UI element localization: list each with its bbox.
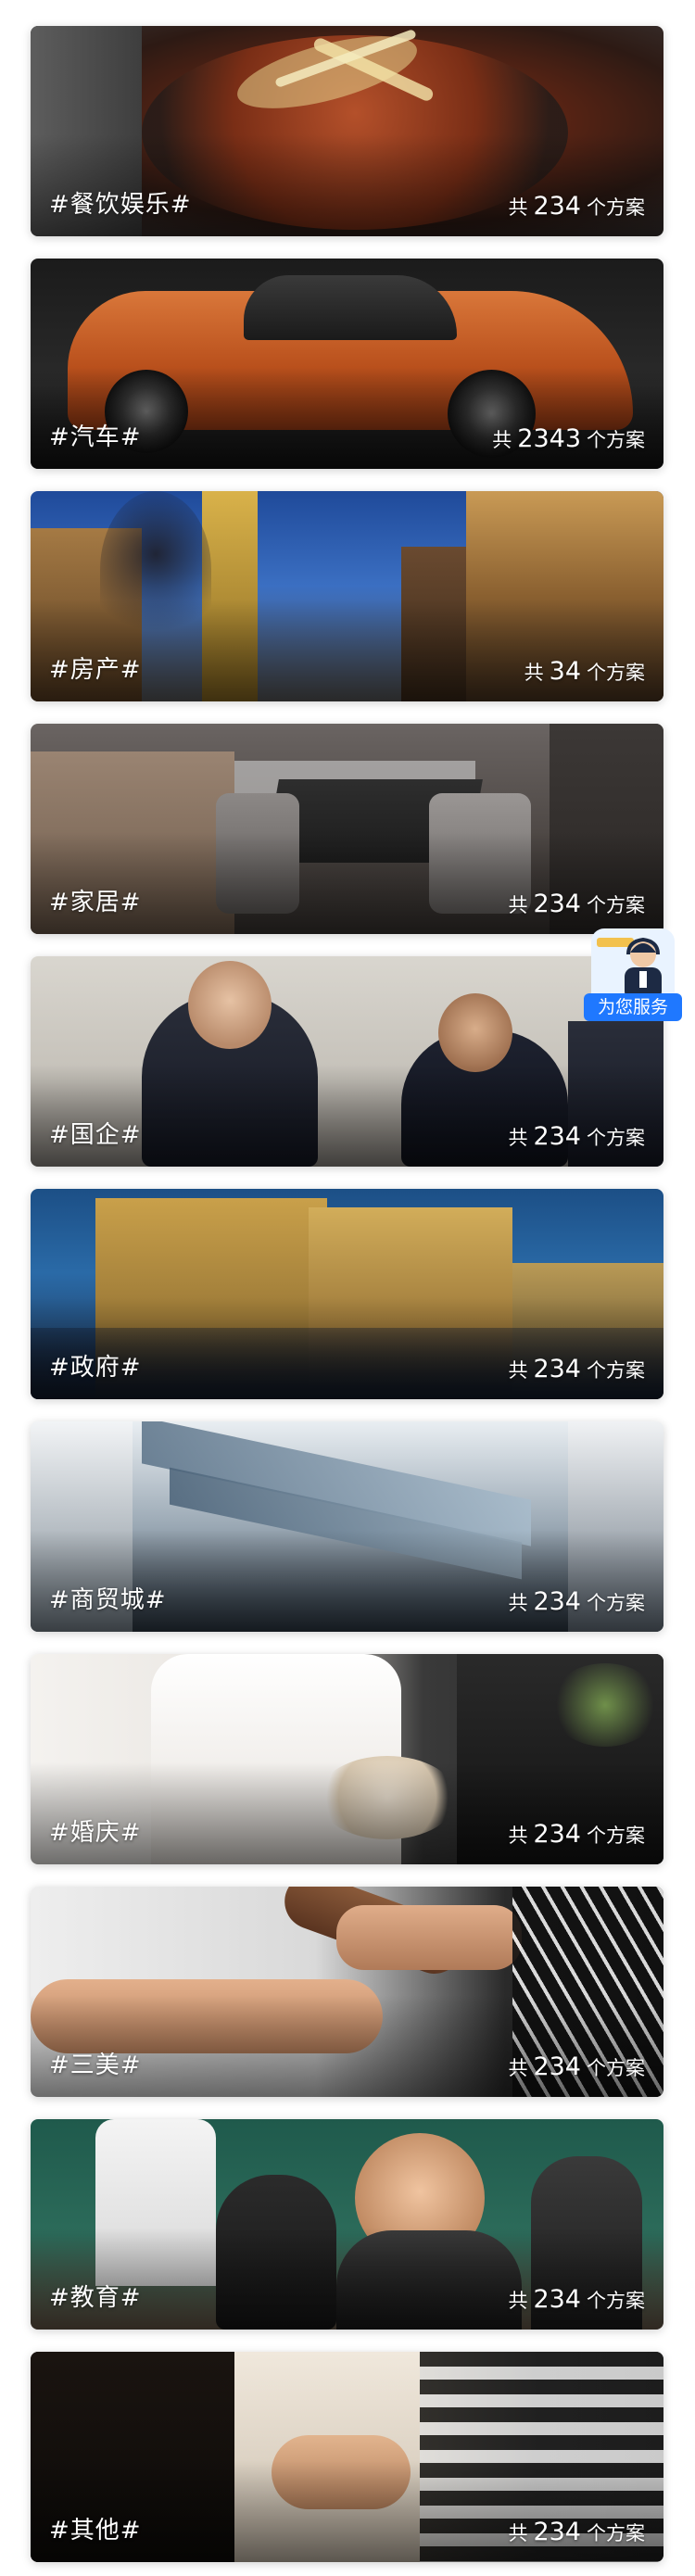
category-title: #汽车# [49,423,142,451]
category-card-government[interactable]: #政府# 共 234 个方案 [31,1189,663,1399]
category-card-automobile[interactable]: #汽车# 共 2343 个方案 [31,259,663,469]
category-count: 共 234 个方案 [508,2518,645,2546]
category-card-beauty[interactable]: #三美# 共 234 个方案 [31,1887,663,2097]
category-count: 共 234 个方案 [508,1587,645,1616]
category-page: #餐饮娱乐# 共234个方案 #汽车# 共2343个方案 #房产# 共3 [0,0,695,2576]
category-title: #其他# [49,2517,142,2544]
customer-service-agent-icon [591,928,675,1001]
category-title: #家居# [49,889,142,916]
category-title: #三美# [49,2052,142,2079]
category-count: 共 234 个方案 [508,1355,645,1383]
category-count: 共 234 个方案 [508,192,645,221]
category-card-dining[interactable]: #餐饮娱乐# 共 234 个方案 [31,26,663,236]
category-card-wedding[interactable]: #婚庆# 共 234 个方案 [31,1654,663,1864]
category-count: 共 34 个方案 [524,657,645,686]
category-title: #教育# [49,2284,142,2312]
category-count: 共 234 个方案 [508,1122,645,1151]
category-card-trade-mall[interactable]: #商贸城# 共 234 个方案 [31,1421,663,1632]
category-card-education[interactable]: #教育# 共 234 个方案 [31,2119,663,2330]
category-count: 共 234 个方案 [508,2285,645,2314]
category-title: #商贸城# [49,1586,167,1614]
category-card-real-estate[interactable]: #房产# 共 34 个方案 [31,491,663,701]
category-count: 共 234 个方案 [508,2052,645,2081]
customer-service-button[interactable]: 为您服务 [584,928,682,1021]
category-card-home[interactable]: #家居# 共 234 个方案 [31,724,663,934]
category-title: #婚庆# [49,1819,142,1847]
category-card-other[interactable]: #其他# 共 234 个方案 [31,2352,663,2562]
customer-service-label: 为您服务 [584,993,682,1021]
category-title: #房产# [49,656,142,684]
category-title: #国企# [49,1121,142,1149]
category-count: 共 234 个方案 [508,1820,645,1849]
category-card-state-enterprise[interactable]: #国企# 共 234 个方案 [31,956,663,1167]
category-count: 共 234 个方案 [508,890,645,918]
category-count: 共 2343 个方案 [492,424,645,453]
category-title: #餐饮娱乐# [49,191,192,219]
category-title: #政府# [49,1354,142,1382]
